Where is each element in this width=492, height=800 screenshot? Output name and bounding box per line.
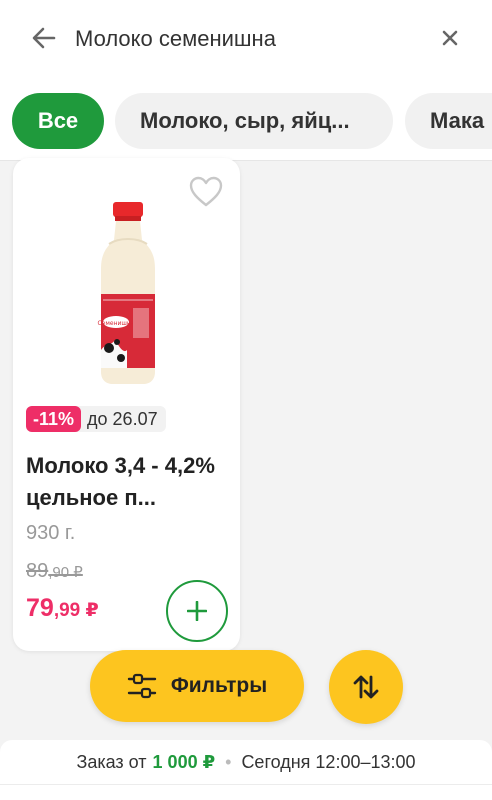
top-bar: Молоко семенишна Все Молоко, сыр, яйц...…	[0, 0, 492, 160]
sliders-icon	[127, 673, 157, 699]
search-query[interactable]: Молоко семенишна	[75, 26, 276, 52]
bottom-nav-strip	[0, 784, 492, 800]
add-to-cart-button[interactable]	[166, 580, 228, 642]
heart-icon	[189, 176, 223, 207]
old-price: 89,90 ₽	[26, 560, 83, 583]
favorite-button[interactable]	[189, 176, 223, 208]
category-chips: Все Молоко, сыр, яйц... Мака	[0, 93, 492, 149]
min-order-amount: 1 000 ₽	[152, 751, 216, 772]
discount-date: до 26.07	[87, 408, 158, 429]
chip-pasta[interactable]: Мака	[405, 93, 492, 149]
back-button[interactable]	[28, 22, 60, 54]
discount-label: -11% до 26.07	[26, 406, 166, 432]
price-rub: 79	[26, 594, 54, 622]
close-icon	[442, 30, 458, 46]
order-prefix: Заказ от	[76, 751, 147, 772]
old-price-kop: ,90 ₽	[48, 564, 83, 581]
filters-label: Фильтры	[170, 674, 268, 697]
filters-button[interactable]: Фильтры	[90, 650, 304, 722]
product-title[interactable]: Молоко 3,4 - 4,2% цельное п...	[26, 450, 231, 514]
clear-search-button[interactable]	[434, 22, 466, 54]
delivery-info-bar[interactable]: Заказ от 1 000 ₽ • Сегодня 12:00–13:00	[0, 740, 492, 784]
separator-dot: •	[225, 751, 232, 772]
brand-logo: Семенишна	[97, 320, 134, 327]
discount-badge: -11%	[26, 406, 82, 432]
sort-button[interactable]	[329, 650, 403, 724]
product-weight: 930 г.	[26, 522, 76, 544]
old-price-rub: 89	[26, 560, 49, 582]
chip-all[interactable]: Все	[12, 93, 104, 149]
product-image[interactable]: Семенишна	[93, 200, 163, 390]
arrow-left-icon	[32, 27, 56, 49]
current-price: 79,99 ₽	[26, 594, 99, 623]
product-card[interactable]: Семенишна -11% до 26.07 Молоко 3,4 - 4,2…	[13, 158, 240, 651]
price-kop: ,99 ₽	[53, 600, 99, 621]
sort-arrows-icon	[353, 675, 379, 699]
chip-dairy[interactable]: Молоко, сыр, яйц...	[115, 93, 393, 149]
plus-icon	[187, 601, 207, 621]
delivery-slot: Сегодня 12:00–13:00	[241, 751, 416, 772]
